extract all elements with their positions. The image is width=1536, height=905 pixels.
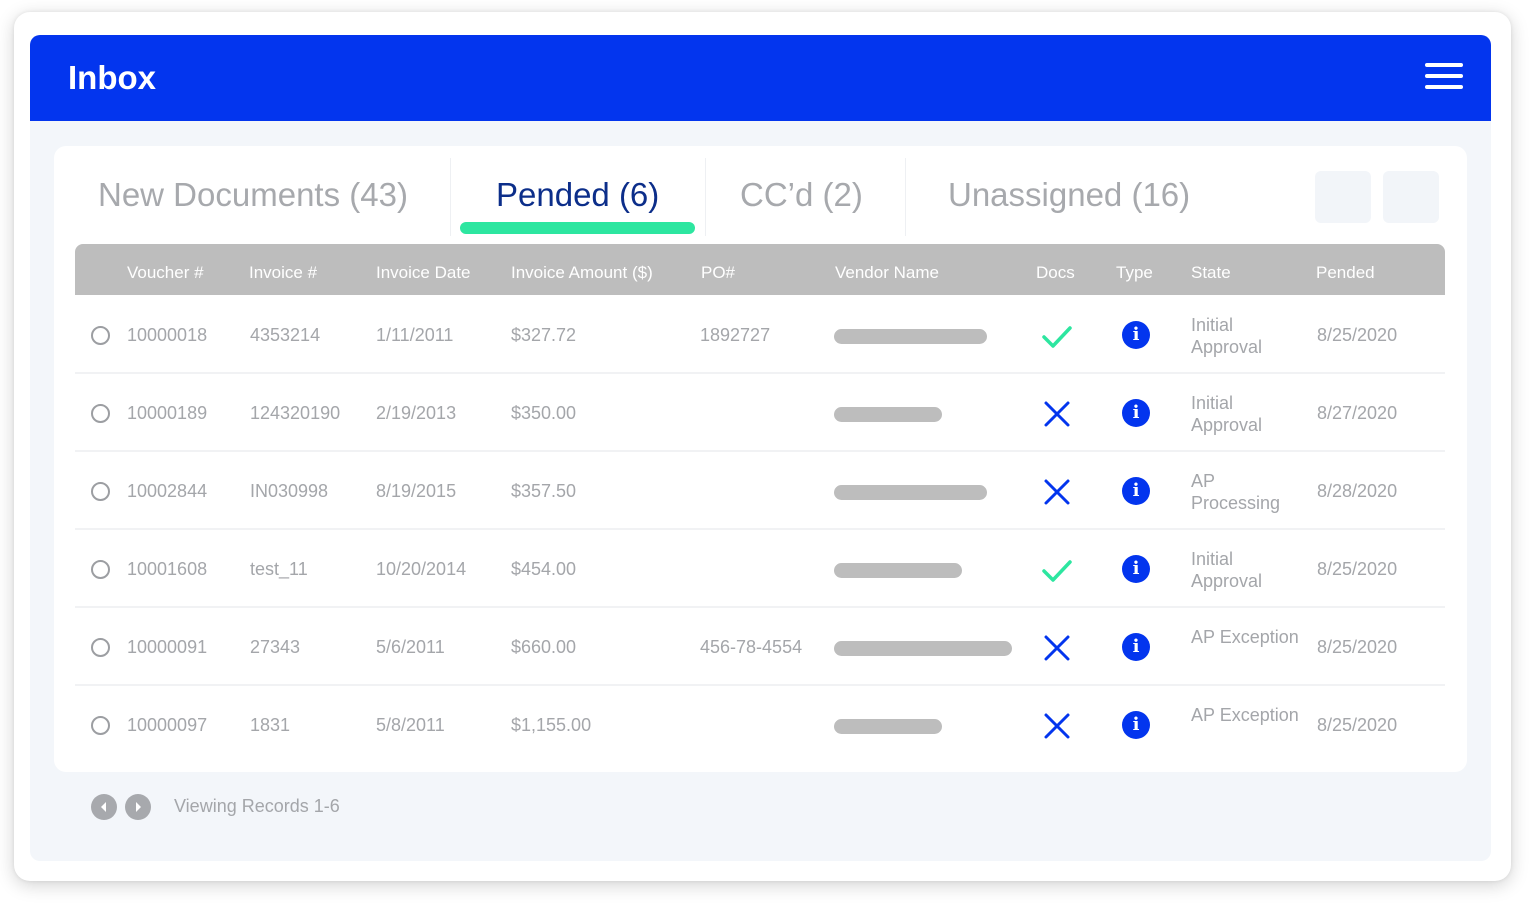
tab-divider xyxy=(450,158,451,236)
tab-pended[interactable]: Pended (6) xyxy=(496,176,659,214)
state-cell: Initial Approval xyxy=(1191,393,1263,435)
table-row[interactable]: 10000091 27343 5/6/2011 $660.00 456-78-4554 i… xyxy=(75,608,1445,686)
pended-date-cell: 8/27/2020 xyxy=(1317,403,1398,423)
invoice-date-cell: 10/20/2014 xyxy=(376,559,467,579)
x-icon xyxy=(1044,635,1070,661)
column-header-pended[interactable]: Pended xyxy=(1316,263,1375,283)
vendor-name-placeholder xyxy=(834,485,987,500)
table-row[interactable]: 10000189 124320190 2/19/2013 $350.00 i Initia… xyxy=(75,374,1445,452)
invoice-cell: IN030998 xyxy=(250,481,329,501)
row-select-radio[interactable] xyxy=(91,560,110,579)
voucher-cell: 10000189 xyxy=(127,403,208,423)
pended-date-cell: 8/25/2020 xyxy=(1317,325,1398,345)
inbox-header: Inbox xyxy=(30,35,1491,121)
column-header-invoice-amount[interactable]: Invoice Amount ($) xyxy=(511,263,653,283)
invoice-cell: 27343 xyxy=(250,637,301,657)
vendor-name-placeholder xyxy=(834,407,942,422)
check-icon xyxy=(1042,560,1072,582)
tab-divider xyxy=(905,158,906,236)
voucher-cell: 10001608 xyxy=(127,559,208,579)
pended-date-cell: 8/28/2020 xyxy=(1317,481,1398,501)
column-header-type[interactable]: Type xyxy=(1116,263,1153,283)
x-icon xyxy=(1044,713,1070,739)
toolbar-button-1[interactable] xyxy=(1315,171,1371,223)
invoice-date-cell: 2/19/2013 xyxy=(376,403,457,423)
invoice-amount-cell: $357.50 xyxy=(511,481,577,501)
row-select-radio[interactable] xyxy=(91,638,110,657)
invoice-cell: test_11 xyxy=(250,559,308,579)
invoice-date-cell: 8/19/2015 xyxy=(376,481,457,501)
state-cell: AP Exception xyxy=(1191,705,1299,725)
state-cell: AP Exception xyxy=(1191,627,1299,647)
check-icon xyxy=(1042,326,1072,348)
table-header: Voucher # Invoice # Invoice Date Invoice… xyxy=(75,244,1445,295)
pended-date-cell: 8/25/2020 xyxy=(1317,715,1398,735)
next-page-button[interactable] xyxy=(125,794,151,820)
state-cell: AP Processing xyxy=(1191,471,1281,513)
tab-ccd[interactable]: CC’d (2) xyxy=(740,176,863,214)
pended-date-cell: 8/25/2020 xyxy=(1317,637,1398,657)
voucher-cell: 10002844 xyxy=(127,481,208,501)
column-header-invoice[interactable]: Invoice # xyxy=(249,263,317,283)
invoice-amount-cell: $660.00 xyxy=(511,637,577,657)
column-header-invoice-date[interactable]: Invoice Date xyxy=(376,263,471,283)
x-icon xyxy=(1044,479,1070,505)
info-icon[interactable]: i xyxy=(1122,321,1150,349)
invoice-cell: 1831 xyxy=(250,715,291,735)
state-cell: Initial Approval xyxy=(1191,549,1263,591)
column-header-state[interactable]: State xyxy=(1191,263,1231,283)
previous-page-button[interactable] xyxy=(91,794,117,820)
po-cell: 1892727 xyxy=(700,325,771,345)
hamburger-menu-icon[interactable] xyxy=(1425,63,1463,91)
chevron-left-icon xyxy=(101,802,106,812)
invoice-date-cell: 5/6/2011 xyxy=(376,637,445,657)
info-icon[interactable]: i xyxy=(1122,399,1150,427)
voucher-cell: 10000018 xyxy=(127,325,208,345)
table-row[interactable]: 10000018 4353214 1/11/2011 $327.72 1892727 i I… xyxy=(75,296,1445,374)
invoice-date-cell: 1/11/2011 xyxy=(376,325,454,345)
row-select-radio[interactable] xyxy=(91,716,110,735)
po-cell: 456-78-4554 xyxy=(700,637,803,657)
column-header-voucher[interactable]: Voucher # xyxy=(127,263,204,283)
info-icon[interactable]: i xyxy=(1122,711,1150,739)
chevron-right-icon xyxy=(136,802,141,812)
voucher-cell: 10000097 xyxy=(127,715,208,735)
column-header-vendor-name[interactable]: Vendor Name xyxy=(835,263,939,283)
table-row[interactable]: 10000097 1831 5/8/2011 $1,155.00 i AP Excepti… xyxy=(75,686,1445,764)
x-icon xyxy=(1044,401,1070,427)
pended-date-cell: 8/25/2020 xyxy=(1317,559,1398,579)
invoice-amount-cell: $350.00 xyxy=(511,403,577,423)
invoice-amount-cell: $454.00 xyxy=(511,559,577,579)
active-tab-indicator xyxy=(460,222,695,234)
info-icon[interactable]: i xyxy=(1122,555,1150,583)
page-title: Inbox xyxy=(68,59,156,96)
vendor-name-placeholder xyxy=(834,563,962,578)
info-icon[interactable]: i xyxy=(1122,633,1150,661)
table-row[interactable]: 10002844 IN030998 8/19/2015 $357.50 i AP Proc… xyxy=(75,452,1445,530)
tab-new-documents[interactable]: New Documents (43) xyxy=(98,176,408,214)
invoice-amount-cell: $327.72 xyxy=(511,325,577,345)
invoice-amount-cell: $1,155.00 xyxy=(511,715,592,735)
state-cell: Initial Approval xyxy=(1191,315,1263,357)
column-header-docs[interactable]: Docs xyxy=(1036,263,1075,283)
row-select-radio[interactable] xyxy=(91,326,110,345)
info-icon[interactable]: i xyxy=(1122,477,1150,505)
vendor-name-placeholder xyxy=(834,641,1012,656)
tab-divider xyxy=(705,158,706,236)
table-row[interactable]: 10001608 test_11 10/20/2014 $454.00 i Initial… xyxy=(75,530,1445,608)
invoice-date-cell: 5/8/2011 xyxy=(376,715,445,735)
voucher-cell: 10000091 xyxy=(127,637,208,657)
vendor-name-placeholder xyxy=(834,329,987,344)
row-select-radio[interactable] xyxy=(91,404,110,423)
toolbar-button-2[interactable] xyxy=(1383,171,1439,223)
tab-unassigned[interactable]: Unassigned (16) xyxy=(948,176,1190,214)
column-header-po[interactable]: PO# xyxy=(701,263,735,283)
invoice-cell: 124320190 xyxy=(250,403,341,423)
invoice-cell: 4353214 xyxy=(250,325,321,345)
vendor-name-placeholder xyxy=(834,719,942,734)
row-select-radio[interactable] xyxy=(91,482,110,501)
viewing-records-label: Viewing Records 1-6 xyxy=(174,796,340,816)
